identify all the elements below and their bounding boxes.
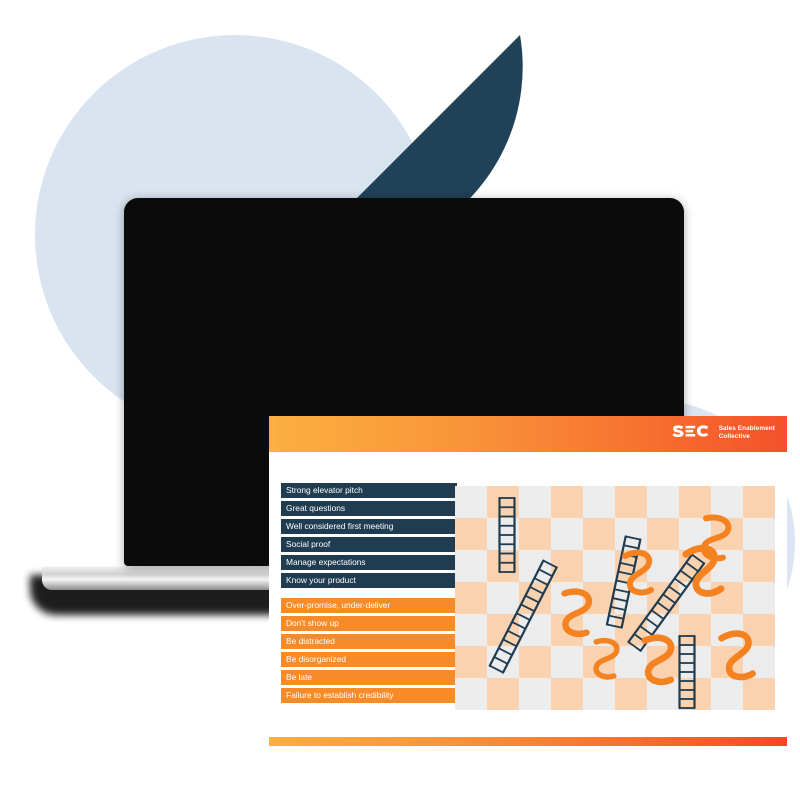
list-item: Well considered first meeting	[281, 519, 457, 534]
board-cell	[583, 518, 615, 550]
slide-footer-bar	[269, 737, 787, 746]
list-item: Manage expectations	[281, 555, 457, 570]
board-cell	[743, 582, 775, 614]
screenshot-stage: Sales Enablement Collective Strong eleva…	[0, 0, 800, 800]
board-cell	[487, 678, 519, 710]
board-cell	[551, 486, 583, 518]
board-cell	[743, 678, 775, 710]
board-cell	[711, 614, 743, 646]
board-cell	[615, 678, 647, 710]
list-separator	[281, 591, 457, 598]
board-cell	[455, 582, 487, 614]
board-cell	[551, 678, 583, 710]
board-cell	[519, 518, 551, 550]
list-item: Over-promise, under-deliver	[281, 598, 457, 613]
board-cell	[679, 486, 711, 518]
list-item: Know your product	[281, 573, 457, 588]
board-cell	[487, 582, 519, 614]
board-cell	[615, 486, 647, 518]
board-cell	[743, 486, 775, 518]
list-item: Be distracted	[281, 634, 457, 649]
board-cell	[551, 518, 583, 550]
board-cell	[615, 518, 647, 550]
snakes-and-ladders-board	[455, 486, 775, 710]
board-cell	[615, 646, 647, 678]
board-cell	[519, 646, 551, 678]
slide-list-column: Strong elevator pitch Great questions We…	[281, 483, 457, 706]
board-cell	[455, 646, 487, 678]
list-item: Don't show up	[281, 616, 457, 631]
board-cell	[455, 486, 487, 518]
board-cell	[647, 518, 679, 550]
board-cell	[743, 550, 775, 582]
sec-logo-wordmark-line2: Collective	[718, 433, 750, 440]
sec-logo-wordmark-line1: Sales Enablement	[718, 425, 775, 432]
board-cell	[519, 486, 551, 518]
board-cell	[711, 582, 743, 614]
board-cell	[551, 646, 583, 678]
list-item: Failure to establish credibility	[281, 688, 457, 703]
board-cell	[455, 614, 487, 646]
board-cell	[455, 550, 487, 582]
list-item: Be late	[281, 670, 457, 685]
board-cell	[455, 518, 487, 550]
sec-logo-wordmark: Sales Enablement Collective	[719, 425, 775, 441]
laptop-bezel: Sales Enablement Collective Strong eleva…	[124, 198, 787, 746]
board-cell	[743, 518, 775, 550]
board-cell	[519, 678, 551, 710]
board-cell	[583, 486, 615, 518]
board-cell	[583, 678, 615, 710]
sec-logo-mark-icon	[672, 425, 709, 438]
list-item: Strong elevator pitch	[281, 483, 457, 498]
list-item: Social proof	[281, 537, 457, 552]
board-cell	[583, 550, 615, 582]
board-cell	[711, 486, 743, 518]
board-cell	[455, 678, 487, 710]
board-cell	[647, 486, 679, 518]
laptop-mockup: Sales Enablement Collective Strong eleva…	[0, 0, 800, 800]
list-item: Great questions	[281, 501, 457, 516]
slide-header-bar: Sales Enablement Collective	[269, 416, 787, 452]
snakes-list: Over-promise, under-deliver Don't show u…	[281, 598, 457, 706]
board-cell	[711, 678, 743, 710]
ladders-list: Strong elevator pitch Great questions We…	[281, 483, 457, 591]
sec-logo: Sales Enablement Collective	[672, 425, 775, 441]
laptop-screen: Sales Enablement Collective Strong eleva…	[269, 416, 787, 746]
list-item: Be disorganized	[281, 652, 457, 667]
